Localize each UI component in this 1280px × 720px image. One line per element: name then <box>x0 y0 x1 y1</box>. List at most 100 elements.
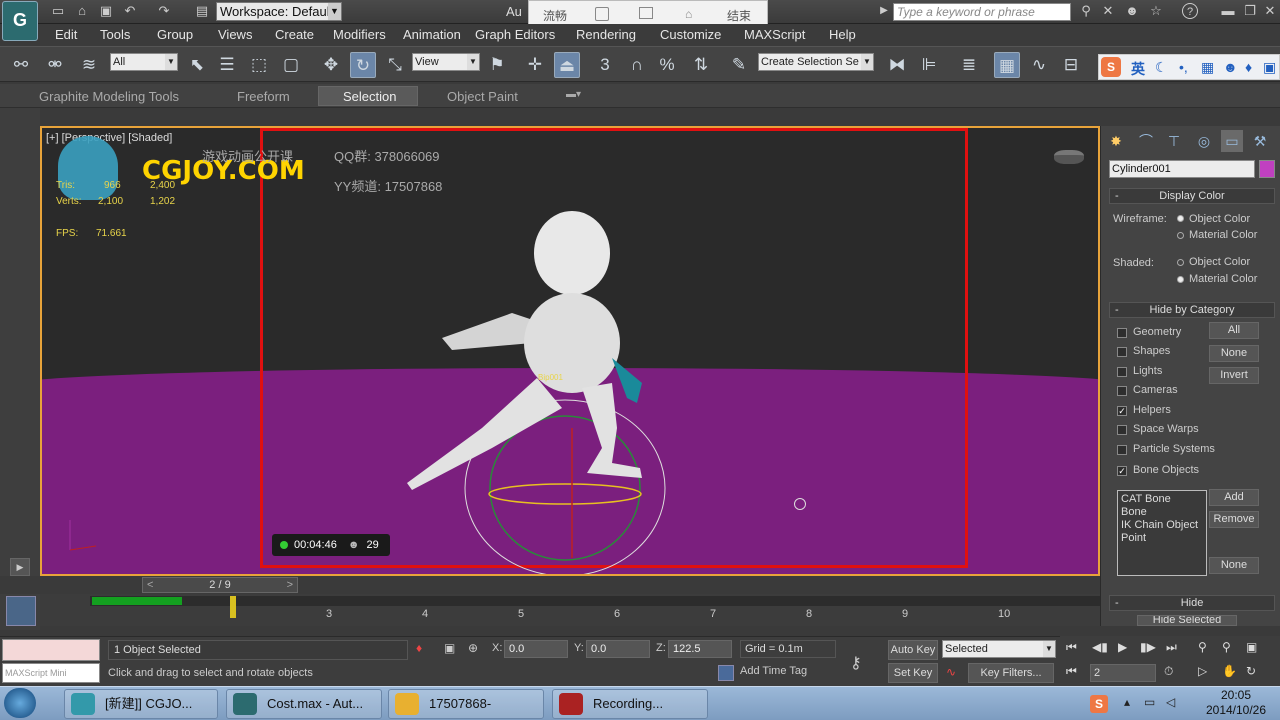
ribbon-options-icon[interactable]: ▬▾ <box>566 89 581 100</box>
tray-sogou-icon[interactable]: S <box>1090 695 1108 713</box>
tray-arrow-icon[interactable]: ▴ <box>1124 695 1130 709</box>
task-3dsmax[interactable]: Cost.max - Aut... <box>226 689 382 719</box>
overlay-home-icon[interactable]: ⌂ <box>685 7 692 21</box>
character-rig[interactable]: Bip001 <box>42 128 1098 574</box>
add-time-tag-button[interactable]: Add Time Tag <box>740 665 807 677</box>
list-item[interactable]: Bone <box>1121 506 1203 519</box>
key-curve-icon[interactable]: ∿ <box>946 665 956 679</box>
overlay-smooth[interactable]: 流畅 <box>543 7 567 24</box>
search-input[interactable]: Type a keyword or phrase <box>893 3 1071 21</box>
play-icon[interactable]: ▶ <box>1118 640 1127 654</box>
object-color-swatch[interactable] <box>1259 160 1275 178</box>
category-checkbox[interactable] <box>1117 367 1127 377</box>
motion-panel-icon[interactable]: ◎ <box>1193 130 1215 152</box>
user-icon[interactable]: ☻ <box>1124 3 1140 19</box>
shaded-material-color-radio[interactable] <box>1177 276 1184 283</box>
category-all-button[interactable]: All <box>1209 322 1259 339</box>
current-frame-marker[interactable] <box>230 596 236 618</box>
sogou-icon[interactable]: S <box>1101 57 1121 77</box>
punctuation-icon[interactable]: •, <box>1179 59 1188 75</box>
mirror-icon[interactable]: ⧓ <box>884 52 910 78</box>
menu-views[interactable]: Views <box>218 27 252 42</box>
lock-icon[interactable]: ▣ <box>444 641 455 655</box>
bone-types-list[interactable]: CAT Bone Bone IK Chain Object Point <box>1117 490 1207 576</box>
go-to-start-icon[interactable]: ⏮ <box>1066 640 1077 655</box>
key-filters-button[interactable]: Key Filters... <box>968 663 1054 683</box>
list-item[interactable]: CAT Bone <box>1121 493 1203 506</box>
zoom-icon[interactable]: ⚲ <box>1198 640 1207 654</box>
overlay-fullscreen-icon[interactable] <box>595 7 609 21</box>
select-scale-icon[interactable]: ⤡ <box>382 52 408 78</box>
window-crossing-icon[interactable]: ▢ <box>278 52 304 78</box>
save-icon[interactable]: ▣ <box>98 3 114 19</box>
align-icon[interactable]: ⊫ <box>916 52 942 78</box>
menu-rendering[interactable]: Rendering <box>576 27 636 42</box>
category-checkbox[interactable]: ✓ <box>1117 406 1127 416</box>
auto-key-button[interactable]: Auto Key <box>888 640 938 660</box>
category-checkbox[interactable] <box>1117 425 1127 435</box>
keyboard-shortcut-override-icon[interactable]: ⏏ <box>554 52 580 78</box>
list-none-button[interactable]: None <box>1209 557 1259 574</box>
wrench-icon[interactable]: ✕ <box>1100 3 1116 19</box>
utilities-panel-icon[interactable]: ⚒ <box>1249 130 1271 152</box>
star-icon[interactable]: ☆ <box>1148 3 1164 19</box>
open-file-icon[interactable]: ⌂ <box>74 3 90 19</box>
curve-editor-toggle-icon[interactable] <box>6 596 36 626</box>
new-file-icon[interactable]: ▭ <box>50 3 66 19</box>
menu-help[interactable]: Help <box>829 27 856 42</box>
wireframe-material-color-radio[interactable] <box>1177 232 1184 239</box>
curve-editor-icon[interactable]: ∿ <box>1026 52 1052 78</box>
keyboard-icon[interactable]: ▦ <box>1201 59 1214 76</box>
moon-icon[interactable]: ☾ <box>1155 59 1168 76</box>
next-frame-icon[interactable]: ▮▶ <box>1140 640 1156 654</box>
graphite-toggle-icon[interactable]: ▦ <box>994 52 1020 78</box>
shaded-object-color-radio[interactable] <box>1177 259 1184 266</box>
percent-snap-icon[interactable]: % <box>654 52 680 78</box>
restore-icon[interactable]: ❐ <box>1242 3 1258 19</box>
pivot-center-icon[interactable]: ⚑ <box>484 52 510 78</box>
category-none-button[interactable]: None <box>1209 345 1259 362</box>
select-object-icon[interactable]: ⬉ <box>184 52 210 78</box>
wireframe-object-color-radio[interactable] <box>1177 215 1184 222</box>
project-folder-icon[interactable]: ▤ <box>194 3 210 19</box>
hierarchy-panel-icon[interactable]: ⊤ <box>1163 130 1185 152</box>
named-selection-set-select[interactable]: Create Selection Se ▼ <box>758 53 874 71</box>
tab-selection[interactable]: Selection <box>343 89 396 104</box>
time-tag-icon[interactable] <box>718 665 734 681</box>
hide-rollout[interactable]: - Hide <box>1109 595 1275 611</box>
list-item[interactable]: Point <box>1121 532 1203 545</box>
help-icon[interactable]: ? <box>1182 3 1198 19</box>
close-icon[interactable]: ✕ <box>1262 3 1278 19</box>
unlink-icon[interactable]: ⚮ <box>42 52 68 78</box>
menu-edit[interactable]: Edit <box>55 27 77 42</box>
category-invert-button[interactable]: Invert <box>1209 367 1259 384</box>
menu-tools[interactable]: Tools <box>100 27 130 42</box>
category-checkbox[interactable] <box>1117 445 1127 455</box>
schematic-view-icon[interactable]: ⊟ <box>1058 52 1084 78</box>
user-icon[interactable]: ☻ <box>1223 59 1238 75</box>
display-panel-icon[interactable]: ▭ <box>1221 130 1243 152</box>
time-config-icon[interactable]: ⏱ <box>1164 664 1173 679</box>
tab-graphite-modeling-tools[interactable]: Graphite Modeling Tools <box>39 89 179 104</box>
menu-modifiers[interactable]: Modifiers <box>333 27 386 42</box>
tray-network-icon[interactable]: ▭ <box>1144 695 1155 709</box>
maxscript-listener-pink[interactable] <box>2 639 100 661</box>
display-color-rollout[interactable]: - Display Color <box>1109 188 1275 204</box>
category-checkbox[interactable]: ✓ <box>1117 466 1127 476</box>
hide-selected-button[interactable]: Hide Selected <box>1137 615 1237 626</box>
menu-group[interactable]: Group <box>157 27 193 42</box>
list-item[interactable]: IK Chain Object <box>1121 519 1203 532</box>
rectangular-selection-icon[interactable]: ⬚ <box>246 52 272 78</box>
selection-filter-select[interactable]: All ▼ <box>110 53 178 71</box>
previous-frame-icon[interactable]: ◀▮ <box>1092 640 1108 654</box>
select-move-icon[interactable]: ✥ <box>318 52 344 78</box>
task-browser[interactable]: [新建]] CGJO... <box>64 689 218 719</box>
menu-customize[interactable]: Customize <box>660 27 721 42</box>
reference-coordinate-select[interactable]: View ▼ <box>412 53 480 71</box>
z-coordinate-field[interactable]: 122.5 <box>668 640 732 658</box>
tools-icon[interactable]: ▣ <box>1263 59 1276 76</box>
y-coordinate-field[interactable]: 0.0 <box>586 640 650 658</box>
field-of-view-icon[interactable]: ▷ <box>1198 664 1207 678</box>
minimize-icon[interactable]: ▬ <box>1220 3 1236 19</box>
redo-icon[interactable]: ↷ <box>156 3 172 19</box>
